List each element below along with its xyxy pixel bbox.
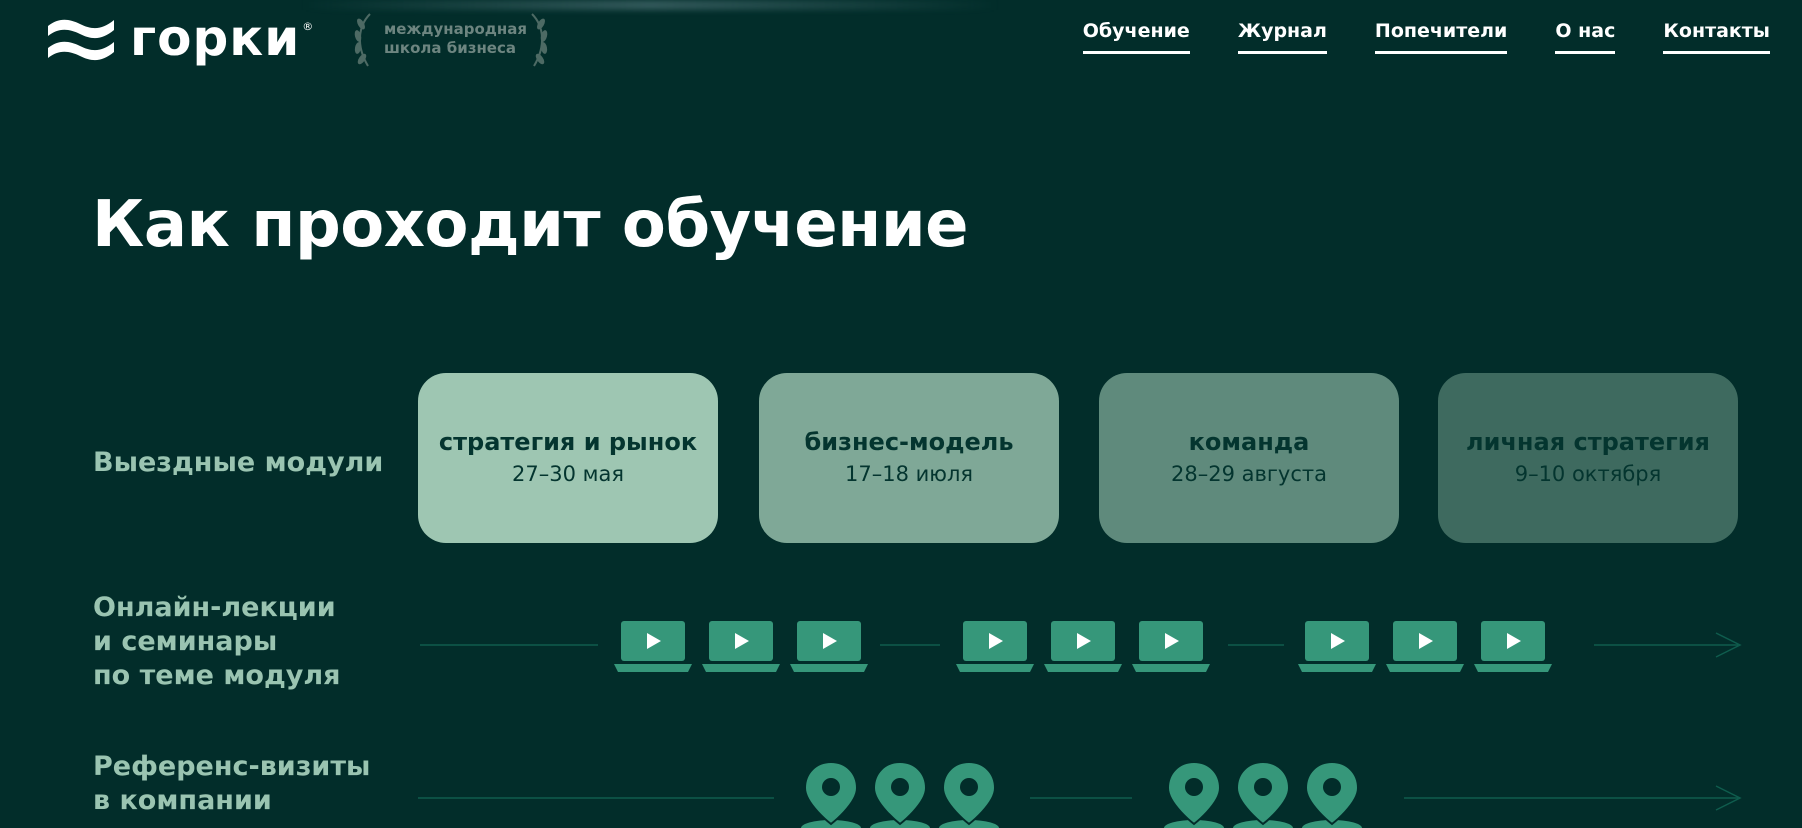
row-label-modules: Выездные модули (93, 447, 384, 478)
laptop-play-icon (614, 618, 692, 674)
laptop-play-icon (1474, 618, 1552, 674)
map-pin-icon (1232, 760, 1294, 828)
map-pin-icon (869, 760, 931, 828)
map-pin-icon (1163, 760, 1225, 828)
nav-about[interactable]: О нас (1555, 20, 1616, 54)
module-date: 27–30 мая (512, 462, 624, 486)
nav-learning[interactable]: Обучение (1082, 20, 1190, 54)
row-label-online: Онлайн-лекции и семинары по теме модуля (93, 591, 340, 693)
logo-text: горки (130, 9, 301, 67)
map-pin-icon (1301, 760, 1363, 828)
row-label-online-line-1: Онлайн-лекции (93, 592, 336, 623)
arrow-right-icon (1715, 632, 1742, 658)
module-title: личная стратегия (1466, 428, 1710, 456)
module-date: 9–10 октября (1514, 462, 1662, 486)
laurel-right-icon (531, 13, 548, 67)
waves-logo-icon (48, 19, 114, 61)
main-nav: Обучение Журнал Попечители О нас Контакт… (1035, 20, 1770, 54)
logo-registered-mark: ® (302, 20, 314, 33)
school-text: международная школа бизнеса (384, 20, 528, 58)
row-label-visits: Референс-визиты в компании (93, 750, 370, 818)
module-card-business-model[interactable]: бизнес-модель 17–18 июля (759, 373, 1059, 543)
nav-journal[interactable]: Журнал (1237, 20, 1327, 54)
module-date: 28–29 августа (1171, 462, 1327, 486)
laptop-play-icon (1132, 618, 1210, 674)
row-label-visits-line-2: в компании (93, 785, 272, 816)
module-title: стратегия и рынок (438, 428, 698, 456)
row-label-online-line-2: и семинары (93, 626, 278, 657)
module-title: бизнес-модель (804, 428, 1014, 456)
laptop-play-icon (1386, 618, 1464, 674)
nav-contacts[interactable]: Контакты (1663, 20, 1770, 54)
nav-trustees[interactable]: Попечители (1374, 20, 1508, 54)
logo[interactable]: горки ® (46, 9, 314, 67)
laptop-play-icon (1298, 618, 1376, 674)
module-card-team[interactable]: команда 28–29 августа (1099, 373, 1399, 543)
map-pin-icon (800, 760, 862, 828)
page-title: Как проходит обучение (92, 188, 969, 262)
laptop-play-icon (790, 618, 868, 674)
arrow-right-icon (1715, 785, 1742, 811)
map-pin-icon (938, 760, 1000, 828)
laptop-play-icon (1044, 618, 1122, 674)
module-date: 17–18 июля (845, 462, 973, 486)
school-line-2: школа бизнеса (384, 39, 516, 57)
module-title: команда (1188, 428, 1310, 456)
module-card-strategy[interactable]: стратегия и рынок 27–30 мая (418, 373, 718, 543)
laurel-left-icon (354, 13, 371, 67)
laptop-play-icon (702, 618, 780, 674)
school-line-1: международная (384, 20, 528, 38)
laptop-play-icon (956, 618, 1034, 674)
row-label-visits-line-1: Референс-визиты (93, 751, 371, 782)
site-header: горки ® международная школа бизнеса Обуч… (0, 0, 1802, 80)
school-badge: международная школа бизнеса (352, 12, 550, 68)
row-label-online-line-3: по теме модуля (93, 660, 341, 691)
module-card-personal-strategy[interactable]: личная стратегия 9–10 октября (1438, 373, 1738, 543)
